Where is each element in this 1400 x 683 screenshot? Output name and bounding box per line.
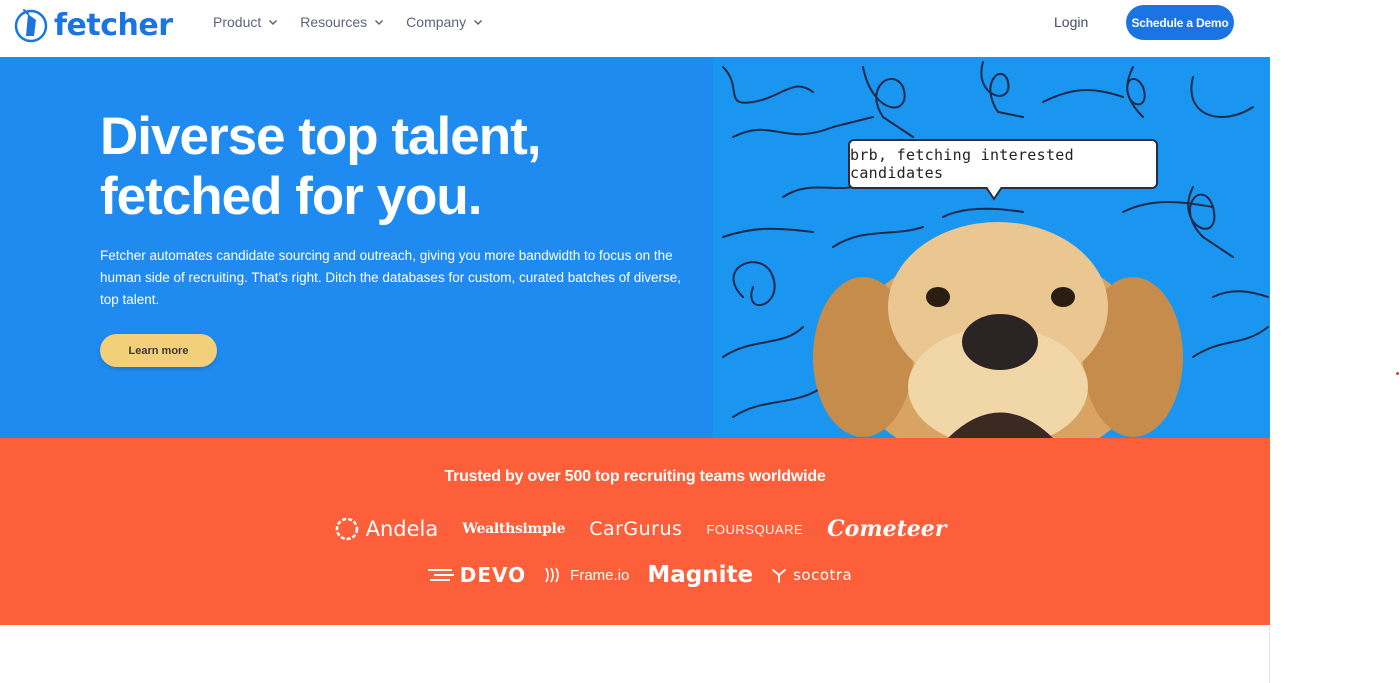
andela-logo: Andela (334, 516, 439, 542)
login-link[interactable]: Login (1054, 14, 1088, 30)
chevron-down-icon (375, 19, 384, 26)
devo-logo: DEVO (427, 563, 527, 587)
browser-viewport: fetcher Product Resources Company Login … (0, 0, 1270, 683)
customer-logos-row-2: DEVO Frame.io Magnite socotra (0, 562, 1270, 588)
trusted-by-section: Trusted by over 500 top recruiting teams… (0, 438, 1270, 625)
socotra-mark-icon (772, 569, 786, 583)
nav-product[interactable]: Product (213, 14, 278, 30)
devo-label: DEVO (459, 563, 527, 587)
frameio-mark-icon (545, 567, 559, 583)
magnite-logo: Magnite (647, 562, 754, 588)
site-header: fetcher Product Resources Company Login … (0, 0, 1270, 57)
cargurus-logo: CarGurus (589, 518, 683, 540)
andela-mark-icon (335, 517, 358, 541)
customer-logos-row-1: Andela Wealthsimple CarGurus FOURSQUARE … (0, 516, 1270, 542)
frameio-label: Frame.io (570, 566, 630, 584)
nav-resources[interactable]: Resources (300, 14, 384, 30)
speech-bubble-tail-icon (985, 187, 1003, 201)
squiggle-arrows-illustration (722, 61, 1269, 438)
hero-illustration: brb, fetching interested candidates (713, 57, 1270, 438)
trusted-title: Trusted by over 500 top recruiting teams… (444, 468, 826, 485)
logo[interactable]: fetcher (14, 6, 173, 44)
stray-red-dot (1396, 372, 1399, 375)
fetcher-logo-icon (14, 9, 48, 43)
nav-product-label: Product (213, 14, 262, 30)
logo-text: fetcher (54, 7, 173, 43)
foursquare-logo: FOURSQUARE (706, 521, 804, 537)
main-nav: Product Resources Company (213, 14, 483, 30)
chevron-down-icon (474, 19, 483, 26)
hero-title: Diverse top talent, fetched for you. (100, 107, 660, 227)
frameio-logo: Frame.io (544, 566, 629, 584)
andela-label: Andela (365, 517, 439, 541)
devo-mark-icon (427, 569, 454, 581)
hero-description: Fetcher automates candidate sourcing and… (100, 248, 682, 307)
speech-bubble: brb, fetching interested candidates (848, 139, 1158, 189)
page: fetcher Product Resources Company Login … (0, 0, 1400, 683)
nav-company-label: Company (406, 14, 467, 30)
nav-company[interactable]: Company (406, 14, 483, 30)
chevron-down-icon (269, 19, 278, 26)
wealthsimple-logo: Wealthsimple (462, 521, 566, 537)
socotra-logo: socotra (771, 566, 852, 584)
hero-title-line2: fetched for you. (100, 167, 483, 226)
hero-section: Diverse top talent, fetched for you. Fet… (0, 57, 713, 438)
hero-title-line1: Diverse top talent, (100, 107, 541, 166)
cometeer-logo: Cometeer (827, 516, 947, 542)
nav-resources-label: Resources (300, 14, 368, 30)
learn-more-button[interactable]: Learn more (100, 334, 217, 367)
socotra-label: socotra (793, 566, 853, 584)
dog-illustration (813, 222, 1183, 438)
schedule-demo-button[interactable]: Schedule a Demo (1126, 5, 1234, 40)
